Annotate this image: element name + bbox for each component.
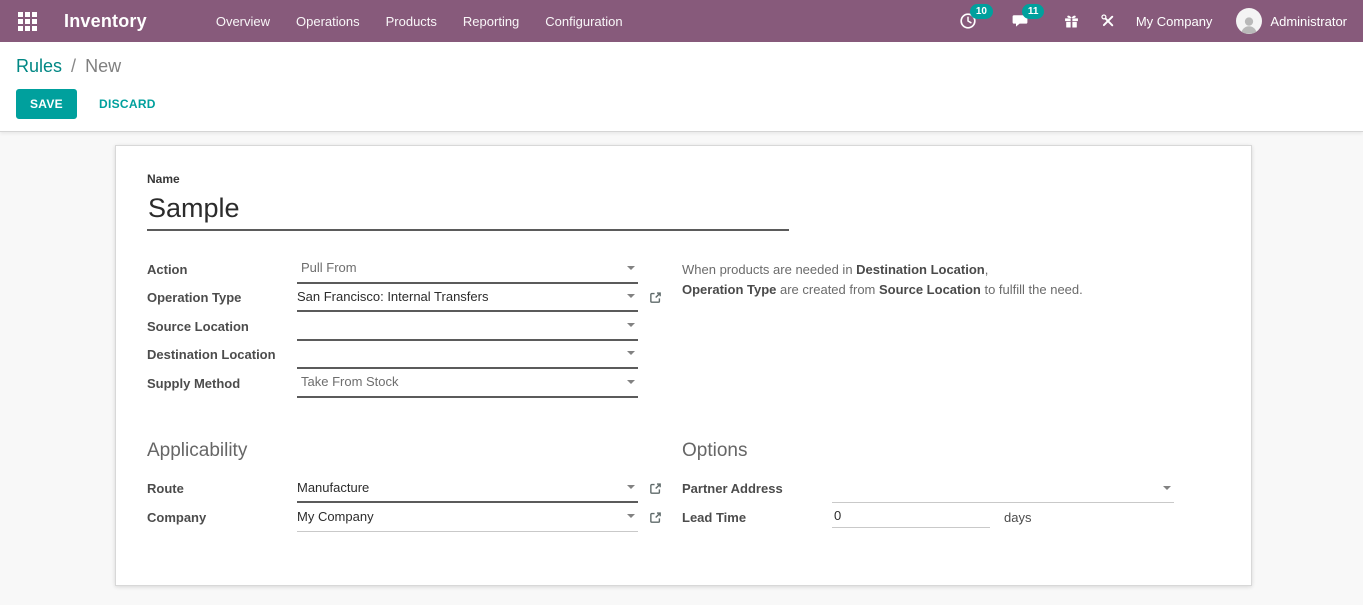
nav-reporting[interactable]: Reporting [450, 0, 532, 42]
source-location-select[interactable] [297, 312, 638, 341]
nav-configuration[interactable]: Configuration [532, 0, 635, 42]
breadcrumb-separator: / [71, 56, 76, 76]
partner-address-label: Partner Address [682, 481, 832, 496]
control-panel: Rules / New SAVE DISCARD [0, 42, 1363, 132]
user-menu[interactable]: Administrator [1270, 14, 1347, 29]
action-value: Pull From [297, 260, 357, 275]
field-row-lead-time: Lead Time days [682, 503, 1220, 532]
activities-badge: 10 [970, 4, 993, 19]
source-location-label: Source Location [147, 319, 297, 334]
route-external-link-icon[interactable] [649, 482, 662, 495]
name-field-label: Name [147, 172, 1220, 186]
company-label: Company [147, 510, 297, 525]
breadcrumb: Rules / New [16, 55, 1347, 77]
chevron-down-icon [627, 266, 635, 270]
field-row-partner-address: Partner Address [682, 475, 1220, 504]
chevron-down-icon [627, 514, 635, 518]
apps-grid-icon[interactable] [16, 10, 38, 32]
destination-location-label: Destination Location [147, 347, 297, 362]
discard-button[interactable]: DISCARD [93, 90, 162, 118]
action-label: Action [147, 262, 297, 277]
field-row-company: Company My Company [147, 503, 682, 532]
chevron-down-icon [627, 323, 635, 327]
chevron-down-icon [627, 351, 635, 355]
support-tools-button[interactable] [1100, 13, 1116, 29]
app-title: Inventory [64, 11, 147, 32]
rule-fields-column: Action Pull From Operation Type San Fran… [147, 255, 682, 398]
company-value: My Company [297, 509, 374, 524]
gift-icon [1063, 13, 1080, 30]
chevron-down-icon [1163, 486, 1171, 490]
supply-method-value: Take From Stock [297, 374, 399, 389]
operation-type-external-link-icon[interactable] [649, 291, 662, 304]
applicability-title: Applicability [147, 440, 682, 462]
form-sheet: Name Action Pull From Operation Type San… [115, 145, 1252, 586]
rule-help-text: When products are needed in Destination … [682, 255, 1220, 398]
lead-time-unit: days [1004, 510, 1031, 525]
nav-operations[interactable]: Operations [283, 0, 373, 42]
supply-method-select[interactable]: Take From Stock [297, 369, 638, 398]
messages-badge: 11 [1022, 4, 1045, 19]
nav-products[interactable]: Products [373, 0, 450, 42]
breadcrumb-rules-link[interactable]: Rules [16, 56, 62, 76]
navbar-right: 10 11 My Company [959, 8, 1347, 34]
lead-time-label: Lead Time [682, 510, 832, 525]
partner-address-select[interactable] [832, 475, 1174, 504]
chevron-down-icon [627, 380, 635, 384]
options-title: Options [682, 440, 1220, 462]
activities-button[interactable]: 10 [959, 12, 977, 30]
chevron-down-icon [627, 485, 635, 489]
messages-button[interactable]: 11 [1011, 12, 1029, 30]
applicability-section: Applicability Route Manufacture [147, 440, 682, 532]
content-area: Name Action Pull From Operation Type San… [0, 132, 1363, 605]
field-row-supply-method: Supply Method Take From Stock [147, 369, 682, 398]
name-input[interactable] [147, 193, 789, 231]
operation-type-value: San Francisco: Internal Transfers [297, 289, 488, 304]
route-value: Manufacture [297, 480, 369, 495]
action-select[interactable]: Pull From [297, 255, 638, 284]
user-avatar[interactable] [1236, 8, 1262, 34]
field-row-source-location: Source Location [147, 312, 682, 341]
supply-method-label: Supply Method [147, 376, 297, 391]
app-navbar: Inventory Overview Operations Products R… [0, 0, 1363, 42]
route-label: Route [147, 481, 297, 496]
company-switcher[interactable]: My Company [1136, 14, 1213, 29]
company-external-link-icon[interactable] [649, 511, 662, 524]
operation-type-select[interactable]: San Francisco: Internal Transfers [297, 284, 638, 313]
field-row-action: Action Pull From [147, 255, 682, 284]
destination-location-select[interactable] [297, 341, 638, 370]
field-row-operation-type: Operation Type San Francisco: Internal T… [147, 284, 682, 313]
main-nav: Overview Operations Products Reporting C… [203, 0, 636, 42]
company-select[interactable]: My Company [297, 503, 638, 532]
tools-icon [1100, 13, 1116, 29]
nav-overview[interactable]: Overview [203, 0, 283, 42]
whats-new-button[interactable] [1063, 13, 1080, 30]
control-panel-buttons: SAVE DISCARD [16, 89, 1347, 119]
chevron-down-icon [627, 294, 635, 298]
route-select[interactable]: Manufacture [297, 475, 638, 504]
lead-time-input[interactable] [832, 506, 990, 528]
field-row-destination-location: Destination Location [147, 341, 682, 370]
person-icon [1238, 14, 1260, 34]
save-button[interactable]: SAVE [16, 89, 77, 119]
options-section: Options Partner Address Lead Time days [682, 440, 1220, 532]
operation-type-label: Operation Type [147, 290, 297, 305]
grid-icon [18, 12, 37, 31]
field-row-route: Route Manufacture [147, 475, 682, 504]
breadcrumb-current: New [85, 56, 121, 76]
